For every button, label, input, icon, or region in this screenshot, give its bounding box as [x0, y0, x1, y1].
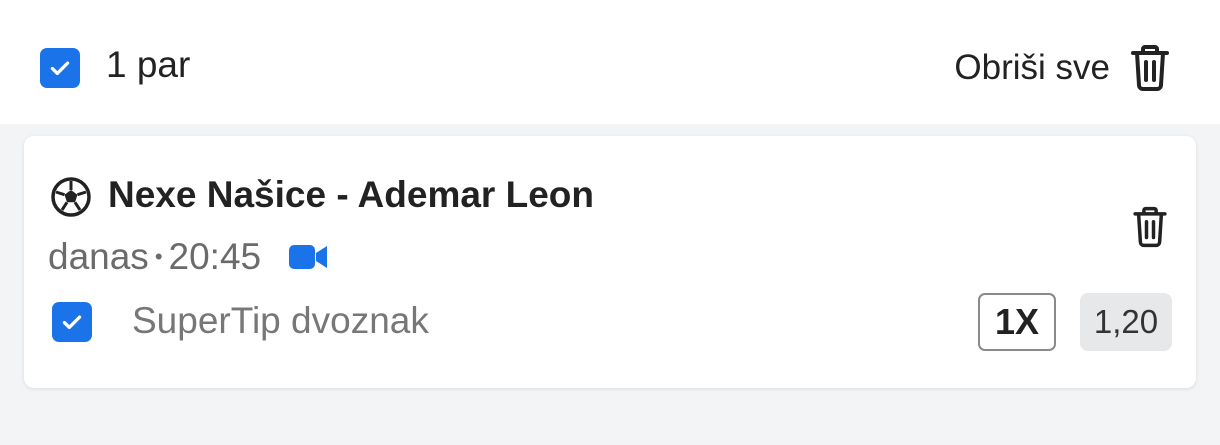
pair-count-label: 1 par [106, 44, 191, 85]
tip-badge[interactable]: 1X [978, 293, 1056, 351]
match-meta: danas • 20:45 [48, 236, 329, 278]
ticket-header: 1 par Obriši sve [0, 0, 1220, 124]
match-title[interactable]: Nexe Našice - Ademar Leon [108, 174, 594, 216]
match-day: danas [48, 236, 149, 277]
ticket-card: Nexe Našice - Ademar Leon danas • 20:45 … [24, 136, 1196, 388]
match-time: 20:45 [168, 236, 262, 277]
select-all-checkbox[interactable] [40, 48, 80, 88]
delete-all-button[interactable]: Obriši sve [954, 42, 1170, 94]
trash-icon[interactable] [1130, 44, 1170, 92]
odds-badge[interactable]: 1,20 [1080, 293, 1172, 351]
checkmark-icon [62, 315, 82, 330]
checkmark-icon [50, 61, 70, 76]
remove-match-trash-icon[interactable] [1132, 206, 1168, 253]
bet-type-label: SuperTip dvoznak [132, 300, 429, 341]
meta-separator: • [154, 244, 163, 269]
selection-checkbox[interactable] [52, 302, 92, 342]
delete-all-label: Obriši sve [954, 48, 1110, 87]
soccer-ball-icon [51, 177, 91, 217]
video-camera-icon [289, 245, 328, 269]
